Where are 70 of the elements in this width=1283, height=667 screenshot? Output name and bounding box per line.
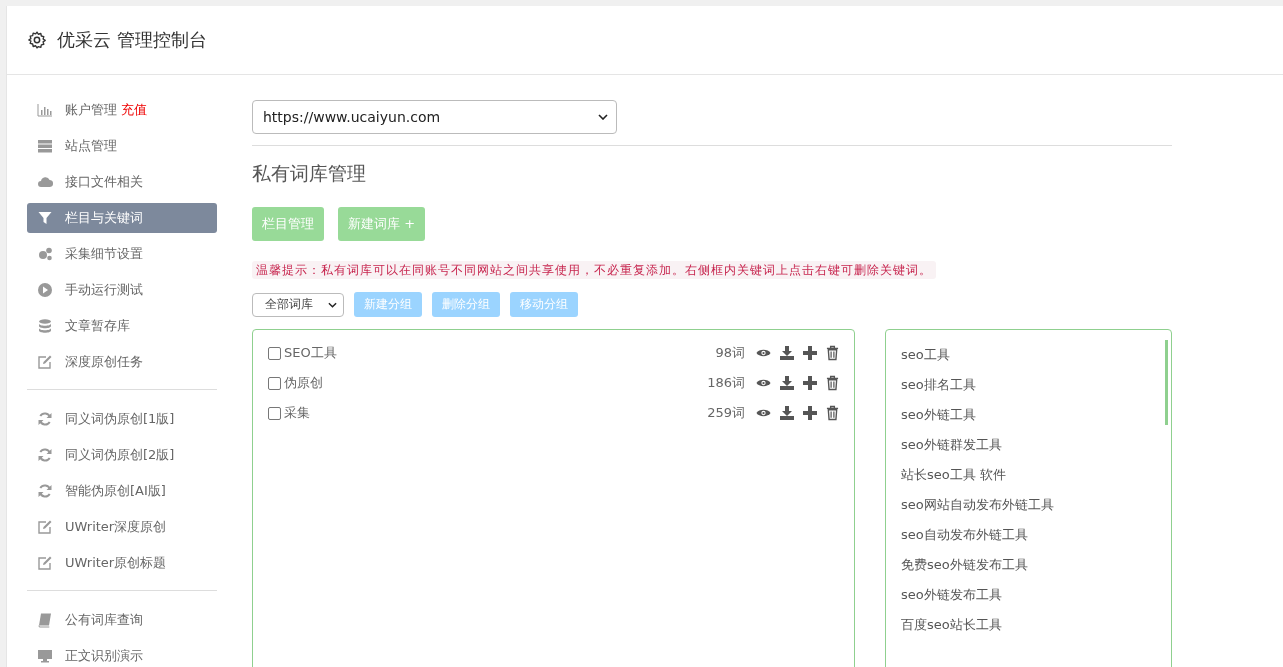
word-count: 186词 (707, 374, 745, 392)
keyword-item[interactable]: seo外链群发工具 (901, 430, 1156, 460)
checkbox[interactable] (268, 376, 281, 390)
bar-chart-icon (37, 102, 53, 118)
scrollbar[interactable] (1165, 340, 1168, 425)
word-count: 259词 (707, 404, 745, 422)
keyword-item[interactable]: seo自动发布外链工具 (901, 520, 1156, 550)
book-icon (37, 612, 53, 628)
sidebar-item[interactable]: 站点管理 (27, 131, 217, 161)
group-select[interactable]: 全部词库 (252, 292, 344, 317)
play-icon (37, 282, 53, 298)
sidebar-item[interactable]: 正文识别演示 (27, 641, 217, 667)
keyword-item[interactable]: seo网站自动发布外链工具 (901, 490, 1156, 520)
download-icon[interactable] (780, 406, 794, 420)
trash-icon[interactable] (826, 405, 839, 421)
eye-icon[interactable] (756, 378, 771, 388)
download-icon[interactable] (780, 346, 794, 360)
chevron-down-icon (328, 301, 337, 308)
refresh-icon (37, 411, 53, 427)
sidebar-item[interactable]: 接口文件相关 (27, 167, 217, 197)
keyword-item[interactable]: seo排名工具 (901, 370, 1156, 400)
checkbox[interactable] (268, 406, 281, 420)
section-title: 私有词库管理 (252, 161, 367, 186)
edit-icon (37, 354, 53, 370)
library-name: 伪原创 (284, 374, 324, 392)
eye-icon[interactable] (756, 348, 771, 358)
chevron-down-icon (598, 114, 608, 120)
refresh-icon (37, 447, 53, 463)
sidebar-item[interactable]: 同义词伪原创[2版] (27, 440, 217, 470)
site-select[interactable]: https://www.ucaiyun.com (252, 100, 617, 134)
library-name: SEO工具 (284, 344, 338, 362)
edit-icon (37, 519, 53, 535)
monitor-icon (37, 648, 53, 664)
sidebar-item[interactable]: 手动运行测试 (27, 275, 217, 305)
cloud-upload-icon (37, 174, 53, 190)
keyword-item[interactable]: 站长seo工具 软件 (901, 460, 1156, 490)
sidebar-item[interactable]: 公有词库查询 (27, 605, 217, 635)
keyword-item[interactable]: seo外链发布工具 (901, 580, 1156, 610)
refresh-icon (37, 483, 53, 499)
download-icon[interactable] (780, 376, 794, 390)
plus-icon[interactable] (803, 376, 817, 390)
keyword-item[interactable]: 百度seo站长工具 (901, 610, 1156, 640)
plus-icon[interactable] (803, 346, 817, 360)
sidebar-item[interactable]: 栏目与关键词 (27, 203, 217, 233)
hint-text: 温馨提示：私有词库可以在同账号不同网站之间共享使用，不必重复添加。右侧框内关键词上点击右键可删除关键词。 (252, 261, 936, 279)
edit-icon (37, 555, 53, 571)
trash-icon[interactable] (826, 375, 839, 391)
sidebar-item[interactable]: 采集细节设置 (27, 239, 217, 269)
settings-icon (27, 30, 47, 50)
filter-icon (37, 210, 53, 226)
keyword-item[interactable]: 免费seo外链发布工具 (901, 550, 1156, 580)
server-icon (37, 138, 53, 154)
sidebar-item[interactable]: UWriter原创标题 (27, 548, 217, 578)
database-icon (37, 318, 53, 334)
console-title: 优采云 管理控制台 (57, 28, 207, 52)
eye-icon[interactable] (756, 408, 771, 418)
sidebar-item[interactable]: UWriter深度原创 (27, 512, 217, 542)
sidebar-item[interactable]: 账户管理 充值 (27, 95, 217, 125)
keyword-item[interactable]: seo外链工具 (901, 400, 1156, 430)
plus-icon[interactable] (803, 406, 817, 420)
sidebar-item[interactable]: 智能伪原创[AI版] (27, 476, 217, 506)
sidebar-item[interactable]: 同义词伪原创[1版] (27, 404, 217, 434)
library-name: 采集 (284, 404, 311, 422)
sidebar-item[interactable]: 深度原创任务 (27, 347, 217, 377)
keyword-item[interactable]: seo工具 (901, 340, 1156, 370)
word-count: 98词 (715, 344, 745, 362)
sidebar-item[interactable]: 文章暂存库 (27, 311, 217, 341)
checkbox[interactable] (268, 346, 281, 360)
trash-icon[interactable] (826, 345, 839, 361)
recharge-link[interactable]: 充值 (121, 101, 147, 119)
